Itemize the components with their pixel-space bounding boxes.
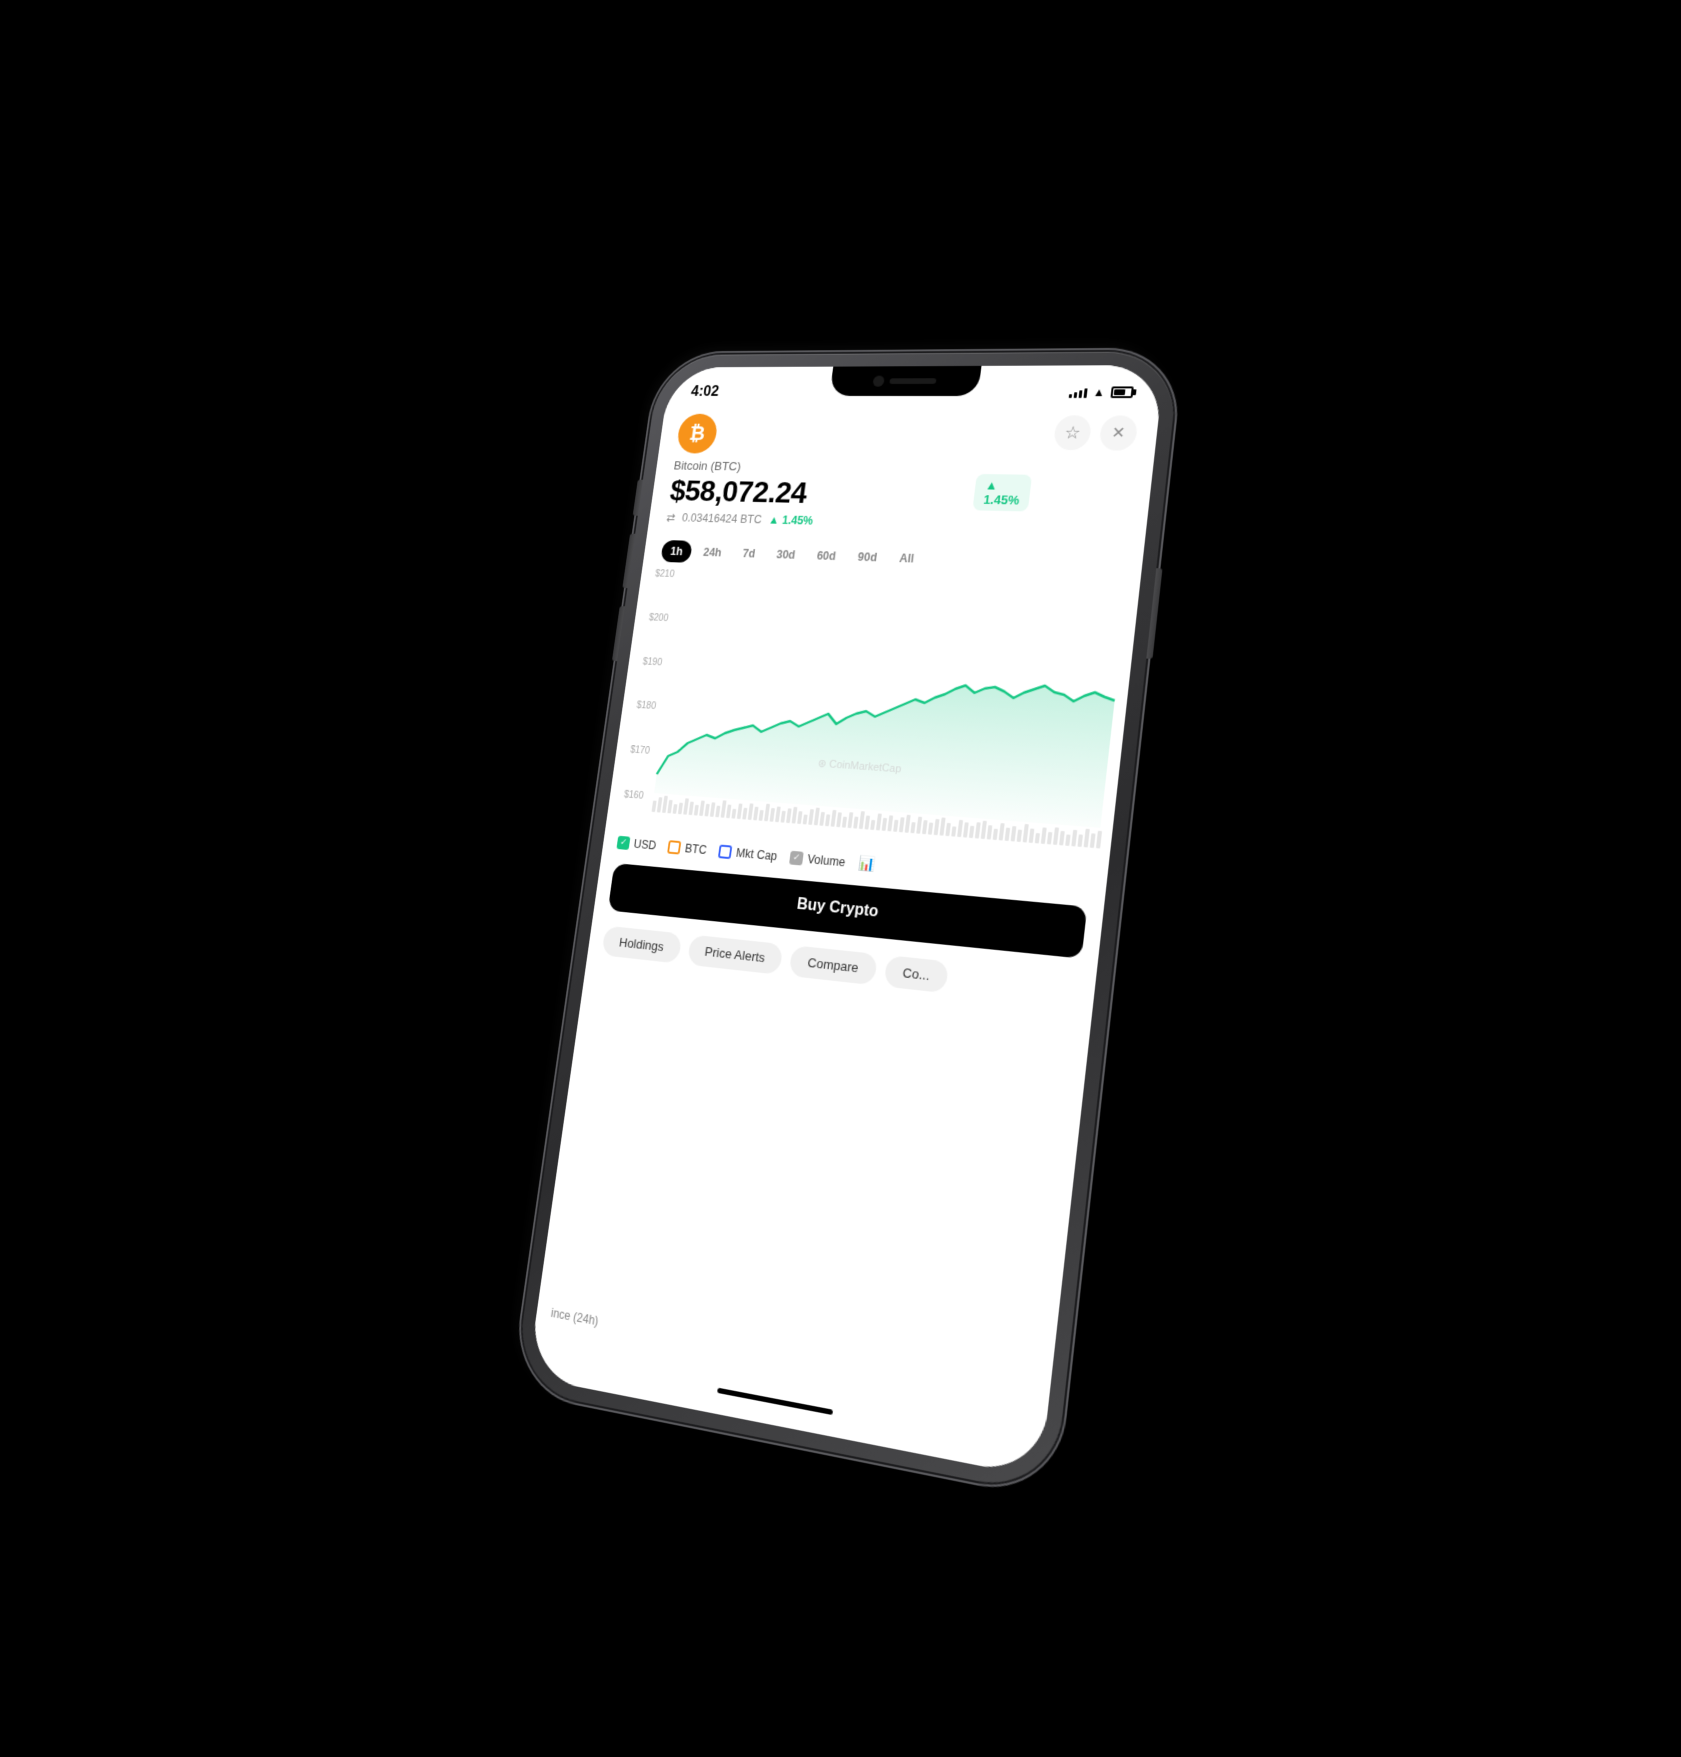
- coin-price: $58,072.24: [668, 473, 1131, 517]
- status-time: 4:02: [689, 384, 719, 400]
- volume-down-button: [611, 606, 624, 661]
- bottom-partial-label: ince (24h): [550, 1305, 599, 1328]
- signal-icon: [1068, 386, 1087, 398]
- earpiece: [889, 378, 936, 384]
- tab-1h[interactable]: 1h: [660, 540, 692, 563]
- tab-all[interactable]: All: [888, 546, 924, 570]
- legend-bars[interactable]: 📊: [857, 854, 876, 872]
- btc-amount: 0.03416424 BTC: [681, 511, 762, 526]
- mktcap-check-icon: [718, 844, 732, 859]
- status-icons: ▲: [1068, 385, 1133, 399]
- exchange-icon: ⇄: [665, 510, 675, 523]
- battery-icon: [1110, 386, 1133, 398]
- tab-holdings[interactable]: Holdings: [601, 925, 681, 963]
- header-actions: ▲ 1.45% ☆ ✕: [1052, 415, 1138, 450]
- legend-usd-label: USD: [632, 836, 656, 851]
- legend-volume-label: Volume: [806, 851, 845, 868]
- wifi-icon: ▲: [1092, 385, 1105, 399]
- legend-mktcap-label: Mkt Cap: [735, 845, 778, 862]
- home-indicator: [717, 1387, 833, 1414]
- legend-mktcap[interactable]: Mkt Cap: [718, 844, 778, 863]
- legend-btc[interactable]: BTC: [667, 839, 707, 856]
- coin-icon: ₿: [675, 413, 718, 453]
- app-content: 4:02 ▲: [527, 364, 1164, 1477]
- usd-check-icon: ✓: [616, 835, 630, 849]
- tab-30d[interactable]: 30d: [766, 543, 806, 567]
- phone-shell: 4:02 ▲: [513, 351, 1180, 1496]
- star-button[interactable]: ☆: [1052, 415, 1092, 450]
- tab-more[interactable]: Co...: [883, 955, 949, 993]
- legend-btc-label: BTC: [684, 841, 707, 856]
- tab-90d[interactable]: 90d: [847, 545, 888, 569]
- legend-volume[interactable]: ✓ Volume: [789, 850, 846, 869]
- price-chart: ⊛ CoinMarketCap: [605, 568, 1139, 869]
- legend-usd[interactable]: ✓ USD: [616, 835, 656, 852]
- front-camera: [872, 375, 884, 386]
- change-pct-inline: ▲ 1.45%: [767, 513, 813, 527]
- volume-check-icon: ✓: [789, 850, 804, 865]
- phone-screen: 4:02 ▲: [527, 364, 1164, 1477]
- change-badge: ▲ 1.45%: [972, 473, 1032, 511]
- scene: 4:02 ▲: [0, 0, 1681, 1757]
- chart-container: $210 $200 $190 $180 $170 $160: [605, 568, 1139, 869]
- bars-icon: 📊: [857, 854, 876, 872]
- tab-24h[interactable]: 24h: [693, 540, 732, 563]
- silent-button: [632, 479, 642, 515]
- tab-compare[interactable]: Compare: [788, 945, 877, 985]
- btc-check-icon: [667, 839, 681, 853]
- tab-7d[interactable]: 7d: [732, 542, 765, 565]
- volume-up-button: [622, 533, 635, 588]
- tab-60d[interactable]: 60d: [806, 544, 846, 568]
- phone-wrapper: 4:02 ▲: [513, 351, 1180, 1496]
- tab-price-alerts[interactable]: Price Alerts: [686, 934, 783, 974]
- notch: [829, 365, 981, 395]
- power-button: [1146, 568, 1162, 659]
- close-button[interactable]: ✕: [1098, 415, 1138, 450]
